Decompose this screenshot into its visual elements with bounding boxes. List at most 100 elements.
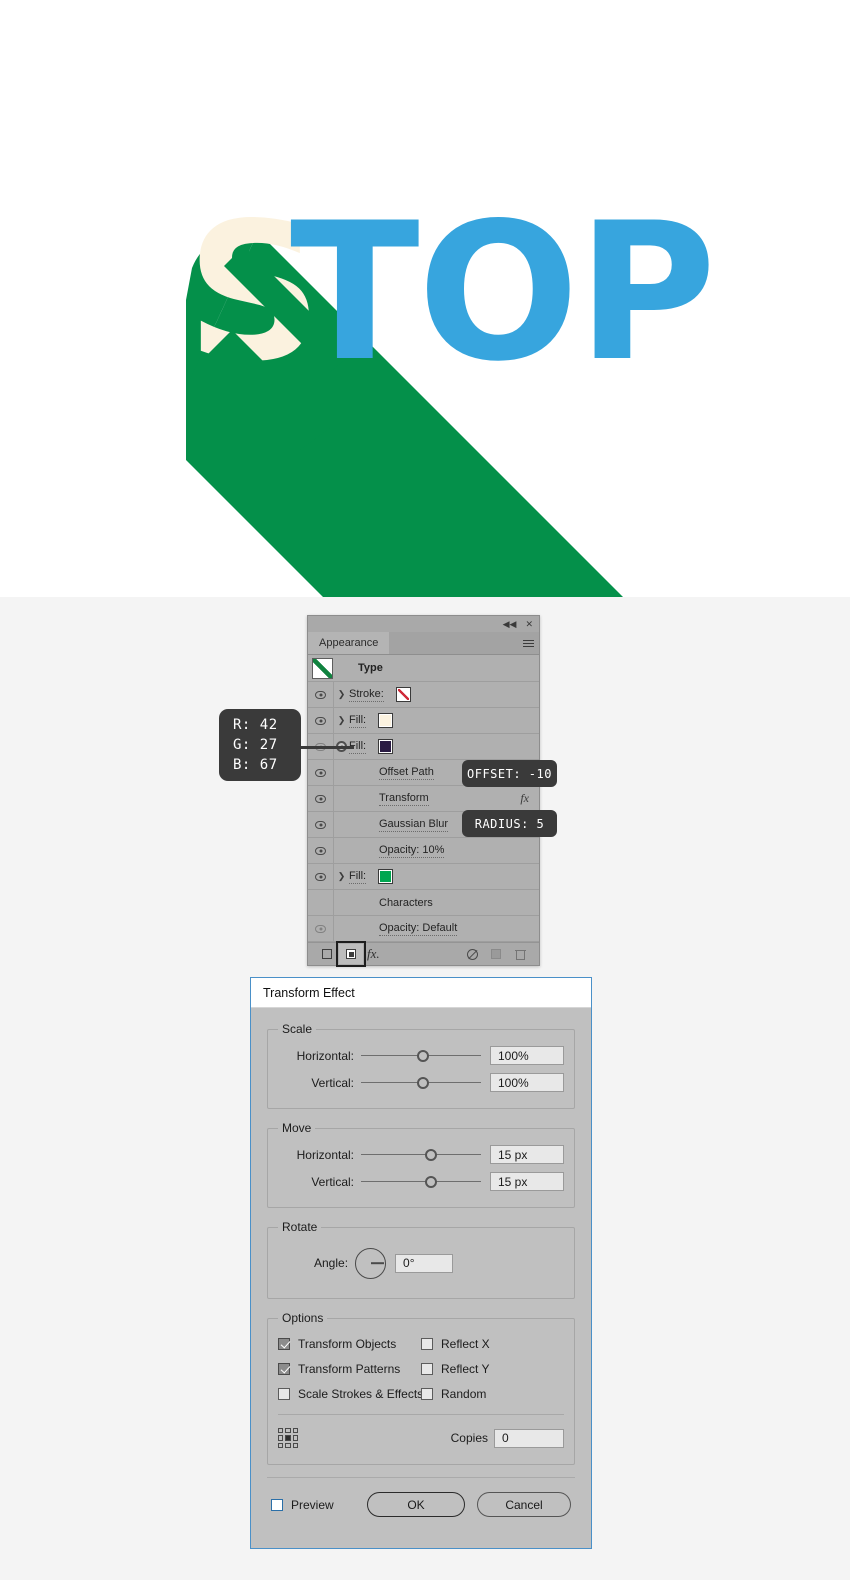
- spacer: ❯: [334, 767, 349, 778]
- checkbox-icon[interactable]: [421, 1362, 433, 1375]
- spacer: ❯: [334, 897, 349, 908]
- visibility-toggle[interactable]: [308, 812, 334, 837]
- row-label-fill-3: Fill:: [349, 869, 367, 884]
- rotate-legend: Rotate: [282, 1220, 318, 1234]
- stroke-swatch-none[interactable]: [395, 687, 411, 702]
- panel-menu-button[interactable]: [517, 632, 539, 654]
- visibility-toggle[interactable]: [308, 760, 334, 785]
- add-effect-button[interactable]: fx.: [367, 946, 380, 962]
- move-horizontal-slider[interactable]: [361, 1148, 481, 1162]
- preview-checkbox-row[interactable]: Preview: [271, 1498, 334, 1512]
- copies-row: Copies 0: [278, 1424, 564, 1452]
- move-horizontal-input[interactable]: 15 px: [490, 1145, 564, 1164]
- chevron-right-icon[interactable]: ❯: [334, 689, 349, 700]
- scale-horizontal-row: Horizontal: 100%: [278, 1042, 564, 1069]
- scale-horizontal-slider[interactable]: [361, 1049, 481, 1063]
- appearance-row-opacity[interactable]: ❯ Opacity: 10%: [308, 838, 539, 864]
- checkbox-label: Reflect Y: [441, 1361, 490, 1376]
- angle-input[interactable]: 0°: [395, 1253, 454, 1273]
- appearance-row-fill-cream[interactable]: ❯ Fill:: [308, 708, 539, 734]
- scale-vertical-label: Vertical:: [311, 1075, 354, 1090]
- ok-button[interactable]: OK: [367, 1492, 465, 1517]
- move-vertical-input[interactable]: 15 px: [490, 1172, 564, 1191]
- visibility-toggle[interactable]: [308, 708, 334, 733]
- checkbox-label: Reflect X: [441, 1336, 490, 1351]
- add-new-stroke-button[interactable]: [315, 944, 339, 964]
- appearance-row-fill-green[interactable]: ❯ Fill:: [308, 864, 539, 890]
- eye-icon: [315, 924, 326, 933]
- fx-icon[interactable]: fx: [520, 791, 529, 806]
- slider-knob[interactable]: [424, 1148, 437, 1161]
- scale-vertical-slider[interactable]: [361, 1076, 481, 1090]
- delete-item-button[interactable]: [508, 944, 532, 964]
- fill-swatch-cream[interactable]: [378, 713, 394, 728]
- appearance-type-row[interactable]: Type: [308, 655, 539, 682]
- clear-appearance-button[interactable]: [460, 944, 484, 964]
- tab-appearance-label: Appearance: [319, 637, 379, 649]
- eye-icon: [315, 690, 326, 699]
- options-legend: Options: [282, 1311, 324, 1325]
- chevron-right-icon[interactable]: ❯: [334, 715, 349, 726]
- row-label-opacity: Opacity: 10%: [379, 843, 445, 858]
- options-checkbox-grid: Transform Objects Transform Patterns Sca…: [278, 1331, 564, 1406]
- move-vertical-slider[interactable]: [361, 1175, 481, 1189]
- eye-icon: [315, 768, 326, 777]
- checkbox-icon[interactable]: [278, 1362, 290, 1375]
- visibility-toggle[interactable]: [308, 864, 334, 889]
- options-left-column: Transform Objects Transform Patterns Sca…: [278, 1331, 423, 1406]
- copies-label: Copies: [450, 1431, 488, 1445]
- checkbox-random[interactable]: Random: [421, 1381, 564, 1406]
- tab-appearance[interactable]: Appearance: [308, 632, 390, 654]
- appearance-row-stroke[interactable]: ❯ Stroke:: [308, 682, 539, 708]
- close-icon[interactable]: ✕: [525, 619, 533, 629]
- checkbox-reflect-y[interactable]: Reflect Y: [421, 1356, 564, 1381]
- checkbox-icon[interactable]: [278, 1337, 290, 1350]
- eye-icon: [315, 716, 326, 725]
- slider-knob[interactable]: [417, 1049, 430, 1062]
- checkbox-transform-objects[interactable]: Transform Objects: [278, 1331, 421, 1356]
- options-group: Options Transform Objects Transform Patt…: [267, 1311, 575, 1465]
- duplicate-item-button[interactable]: [484, 944, 508, 964]
- visibility-toggle[interactable]: [308, 682, 334, 707]
- duplicate-item-icon: [491, 949, 501, 959]
- checkbox-label: Random: [441, 1386, 487, 1401]
- appearance-row-opacity-default[interactable]: ❯ Opacity: Default: [308, 916, 539, 942]
- preview-checkbox-icon[interactable]: [271, 1498, 283, 1511]
- add-new-fill-button[interactable]: [336, 941, 366, 967]
- row-label-characters: Characters: [379, 896, 433, 909]
- visibility-toggle[interactable]: [308, 838, 334, 863]
- visibility-toggle[interactable]: [308, 786, 334, 811]
- row-label-transform: Transform: [379, 791, 429, 806]
- angle-label: Angle:: [314, 1256, 349, 1270]
- eye-icon: [315, 872, 326, 881]
- angle-dial-icon[interactable]: [355, 1247, 387, 1279]
- scale-horizontal-label: Horizontal:: [296, 1048, 354, 1063]
- stop-long-shadow-artwork: S TOP: [186, 182, 716, 597]
- checkbox-icon[interactable]: [278, 1387, 290, 1400]
- dialog-body: Scale Horizontal: 100% Vertical: 100% Mo…: [251, 1008, 591, 1465]
- reference-point-selector-icon[interactable]: [278, 1428, 298, 1448]
- copies-input[interactable]: 0: [494, 1428, 564, 1448]
- collapse-icon[interactable]: ◀◀: [503, 619, 517, 629]
- panel-tab-row: Appearance: [308, 632, 539, 655]
- fill-swatch-green[interactable]: [378, 869, 394, 884]
- scale-horizontal-input[interactable]: 100%: [490, 1046, 564, 1065]
- appearance-list: Type ❯ Stroke: ❯ Fill: Fill: Offset Path…: [308, 655, 539, 942]
- checkbox-scale-strokes-effects[interactable]: Scale Strokes & Effects: [278, 1381, 423, 1406]
- checkbox-icon[interactable]: [421, 1387, 433, 1400]
- appearance-row-characters[interactable]: ❯ Characters: [308, 890, 539, 916]
- chevron-right-icon[interactable]: ❯: [334, 871, 349, 882]
- rgb-b-value: B: 67: [233, 757, 278, 773]
- checkbox-icon[interactable]: [421, 1337, 433, 1350]
- slider-knob[interactable]: [424, 1175, 437, 1188]
- fill-swatch-dark[interactable]: [378, 739, 394, 754]
- scale-legend: Scale: [282, 1022, 313, 1036]
- appearance-row-transform[interactable]: ❯ Transform fx: [308, 786, 539, 812]
- cancel-button[interactable]: Cancel: [477, 1492, 571, 1517]
- scale-vertical-input[interactable]: 100%: [490, 1073, 564, 1092]
- rotate-angle-row: Angle: 0°: [278, 1240, 564, 1286]
- checkbox-transform-patterns[interactable]: Transform Patterns: [278, 1356, 421, 1381]
- visibility-toggle[interactable]: [308, 916, 334, 941]
- checkbox-reflect-x[interactable]: Reflect X: [421, 1331, 564, 1356]
- slider-knob[interactable]: [417, 1076, 430, 1089]
